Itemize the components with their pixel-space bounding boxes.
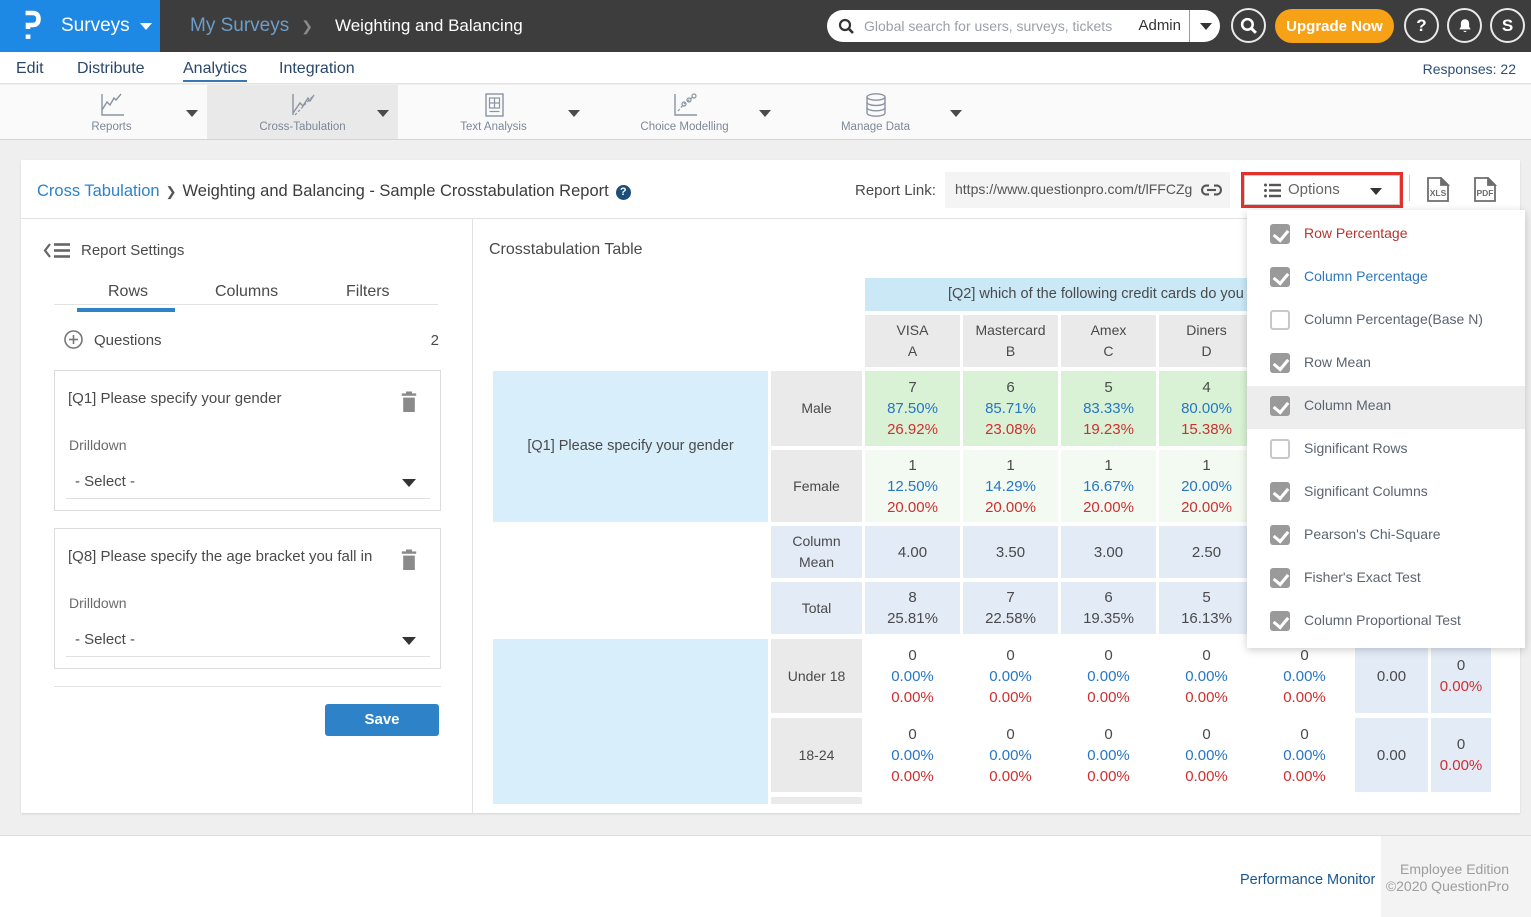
svg-text:PDF: PDF xyxy=(1477,188,1494,198)
svg-text:XLS: XLS xyxy=(1430,188,1447,198)
